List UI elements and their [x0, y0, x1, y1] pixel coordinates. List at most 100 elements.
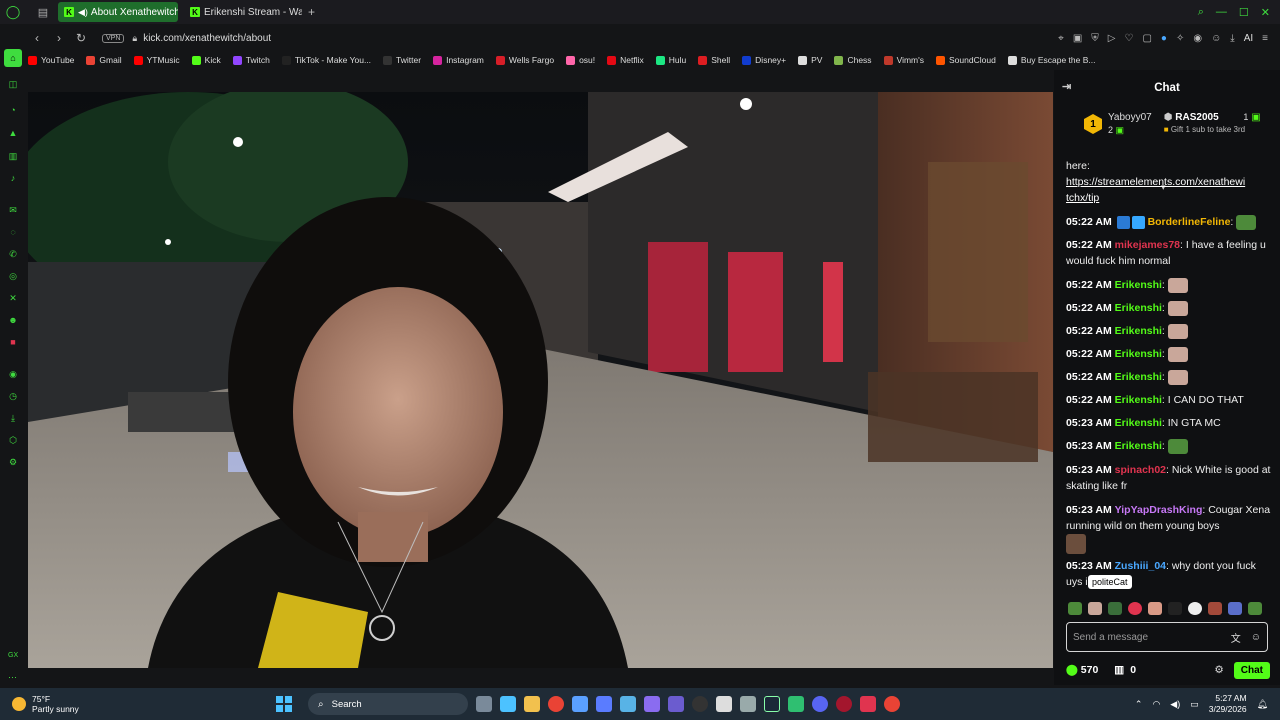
x-sidebar-icon[interactable]: ✕: [6, 291, 20, 305]
chat-username[interactable]: Erikenshi: [1115, 348, 1162, 360]
bookmark-item[interactable]: Twitch: [232, 55, 270, 65]
bookmark-item[interactable]: Gmail: [86, 55, 122, 65]
forward-icon[interactable]: ›: [50, 31, 68, 45]
speaker-icon[interactable]: ◀): [78, 7, 88, 18]
chat-username[interactable]: Erikenshi: [1115, 371, 1162, 383]
chat-username[interactable]: spinach02: [1115, 464, 1166, 476]
save-icon[interactable]: ▢: [1142, 33, 1151, 44]
chat-username[interactable]: Erikenshi: [1115, 325, 1162, 337]
spreadsheet-icon[interactable]: [788, 696, 804, 712]
shield-app-icon[interactable]: [740, 696, 756, 712]
windows-start-icon[interactable]: [276, 696, 292, 712]
instagram-sidebar-icon[interactable]: ◎: [6, 269, 20, 283]
bookmark-item[interactable]: Buy Escape the B...: [1007, 55, 1095, 65]
skull-emote-icon[interactable]: [1188, 602, 1202, 615]
pinboard-icon[interactable]: ◉: [6, 367, 20, 381]
chevron-up-icon[interactable]: ⌃: [1135, 699, 1143, 710]
bookmark-item[interactable]: SoundCloud: [936, 55, 996, 65]
close-window-icon[interactable]: ✕: [1261, 6, 1270, 19]
settings-app-icon[interactable]: [476, 696, 492, 712]
vpn-badge[interactable]: VPN: [102, 33, 125, 43]
bookmark-item[interactable]: TikTok - Make You...: [281, 55, 371, 65]
document-icon[interactable]: [716, 696, 732, 712]
chat-username[interactable]: Erikenshi: [1115, 394, 1162, 406]
bookmark-item[interactable]: Disney+: [742, 55, 786, 65]
app-icon[interactable]: [644, 696, 660, 712]
messenger-icon[interactable]: ✉: [6, 203, 20, 217]
pepe-emote-icon[interactable]: [1248, 602, 1262, 615]
eye-icon[interactable]: ◉: [1193, 33, 1202, 44]
taskbar-search[interactable]: ⌕ Search: [308, 693, 468, 715]
bookmark-item[interactable]: Twitter: [383, 55, 421, 65]
chat-username[interactable]: YipYapDrashKing: [1115, 504, 1203, 516]
history-icon[interactable]: ◷: [6, 389, 20, 403]
more-icon[interactable]: ⋯: [8, 672, 17, 683]
tip-link[interactable]: https://streamelements.com/xenathewi tch…: [1066, 176, 1245, 204]
gx-label[interactable]: GX: [8, 652, 18, 659]
shield-icon[interactable]: ⛨: [1091, 33, 1099, 44]
ai-button[interactable]: AI: [1244, 33, 1253, 44]
video-player[interactable]: [28, 92, 1053, 668]
notification-icon[interactable]: 🔔︎: [1257, 699, 1268, 710]
chat-sidebar-icon[interactable]: ◌: [6, 225, 20, 239]
send-chat-button[interactable]: Chat: [1233, 661, 1270, 679]
home-icon[interactable]: ⌂: [4, 49, 22, 67]
music-sidebar-icon[interactable]: ♪: [6, 171, 20, 185]
tab-about-xenathewitch[interactable]: K ◀) About Xenathewitch - ×: [58, 2, 178, 22]
maximize-icon[interactable]: ☐: [1239, 6, 1249, 19]
opera-gx-logo-icon[interactable]: ◯: [2, 1, 24, 23]
bookmark-item[interactable]: Shell: [698, 55, 730, 65]
bookmark-item[interactable]: Kick: [191, 55, 221, 65]
gx-control-icon[interactable]: ◫: [6, 77, 20, 91]
bookmark-item[interactable]: Netflix: [607, 55, 644, 65]
mixed-emote-icon[interactable]: [1228, 602, 1242, 615]
volume-icon[interactable]: ◀): [1170, 699, 1180, 710]
menu-icon[interactable]: ≡: [1262, 33, 1268, 44]
bookmark-item[interactable]: PV: [798, 55, 822, 65]
chat-username[interactable]: Erikenshi: [1115, 302, 1162, 314]
collapse-chat-icon[interactable]: ⇥: [1062, 80, 1071, 93]
search-icon[interactable]: ⌕: [1198, 6, 1204, 19]
discord-sidebar-icon[interactable]: ▥: [6, 149, 20, 163]
gx-corner-icon[interactable]: ◔: [6, 103, 20, 117]
url-field[interactable]: kick.com/xenathewitch/about: [143, 33, 271, 44]
bookmark-item[interactable]: Instagram: [433, 55, 484, 65]
chat-username[interactable]: Erikenshi: [1115, 417, 1162, 429]
gift-counter[interactable]: ▥ 0: [1114, 664, 1136, 676]
discord-taskbar-icon[interactable]: [812, 696, 828, 712]
red-emote-icon[interactable]: [1208, 602, 1222, 615]
red-app-taskbar-icon[interactable]: [860, 696, 876, 712]
red-app-icon[interactable]: ■: [6, 335, 20, 349]
hand-emote-icon[interactable]: [1148, 602, 1162, 615]
back-icon[interactable]: ‹: [28, 31, 46, 45]
lock-icon[interactable]: 🔒︎: [132, 33, 137, 44]
gamepad-icon[interactable]: [596, 696, 612, 712]
terminal-icon[interactable]: [668, 696, 684, 712]
gift-cta[interactable]: Gift 1 sub to take 3rd: [1171, 125, 1245, 134]
tab-manager-icon[interactable]: ▤: [34, 3, 52, 21]
frog-emote-icon[interactable]: [1108, 602, 1122, 615]
notepad-icon[interactable]: [572, 696, 588, 712]
chrome-icon[interactable]: [548, 696, 564, 712]
wifi-icon[interactable]: ◠: [1152, 699, 1160, 710]
dark-emote-icon[interactable]: [1168, 602, 1182, 615]
chat-settings-icon[interactable]: ⚙: [1214, 664, 1223, 676]
chat-username[interactable]: mikejames78: [1115, 239, 1180, 251]
circle-emote-icon[interactable]: [1128, 602, 1142, 615]
settings-icon[interactable]: ⚙: [6, 455, 20, 469]
discord-icon[interactable]: ☻: [6, 313, 20, 327]
bookmark-item[interactable]: Chess: [834, 55, 872, 65]
g-app-icon[interactable]: [692, 696, 708, 712]
bookmark-item[interactable]: Vimm's: [883, 55, 924, 65]
bookmark-item[interactable]: YTMusic: [133, 55, 180, 65]
taskbar-clock[interactable]: 5:27 AM 3/29/2026: [1209, 693, 1247, 715]
bookmark-item[interactable]: Wells Fargo: [495, 55, 554, 65]
file-explorer-icon[interactable]: [500, 696, 516, 712]
twitch-sidebar-icon[interactable]: ▲: [6, 126, 20, 140]
heart-icon[interactable]: ♡: [1124, 33, 1133, 44]
snapshot-icon[interactable]: ⌖: [1058, 33, 1064, 44]
channel-points[interactable]: ⬤ 570: [1066, 664, 1098, 676]
opera-gx-taskbar-icon[interactable]: [836, 696, 852, 712]
pepe-emote-icon[interactable]: [1068, 602, 1082, 615]
whatsapp-icon[interactable]: ✆: [6, 247, 20, 261]
